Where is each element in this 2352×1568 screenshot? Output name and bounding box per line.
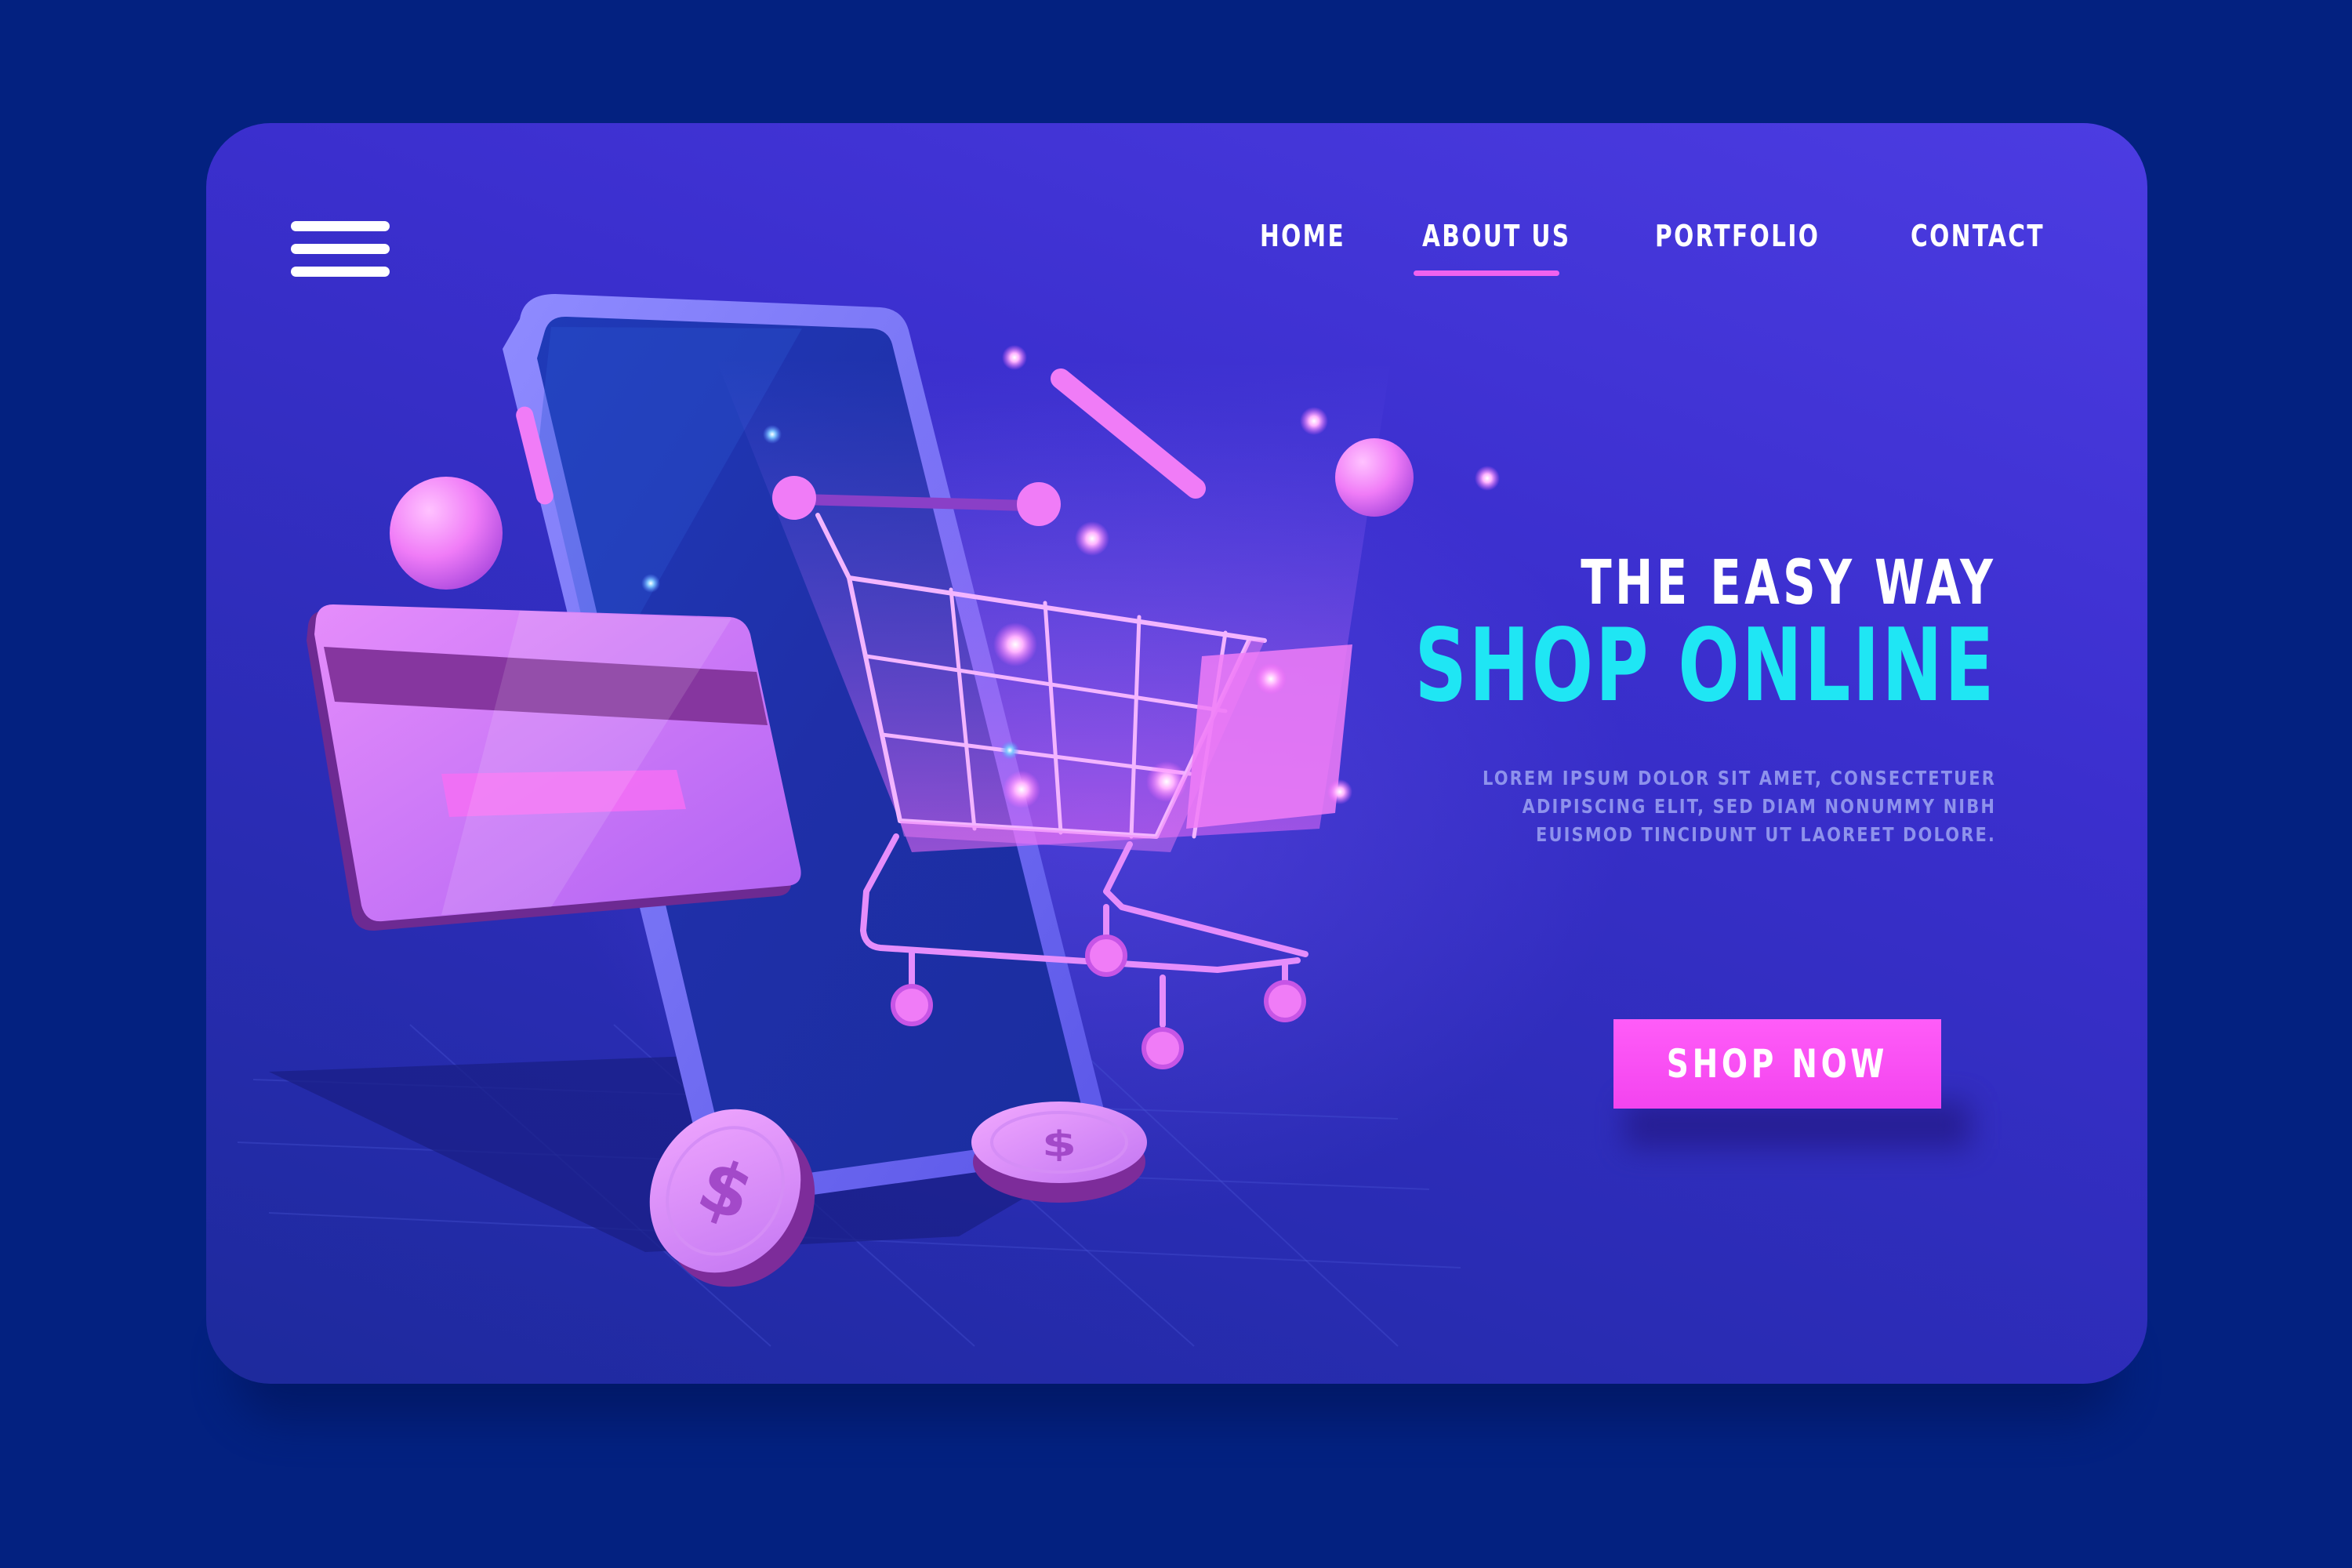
hero-description: LOREM IPSUM DOLOR SIT AMET, CONSECTETUER… bbox=[1482, 767, 1996, 846]
shop-now-label: SHOP NOW bbox=[1666, 1041, 1889, 1087]
active-nav-underline bbox=[1414, 270, 1559, 276]
floating-ball-right bbox=[1335, 438, 1414, 517]
shopping-illustration: $ $ bbox=[237, 294, 1500, 1347]
credit-card bbox=[307, 604, 801, 931]
nav-about-us[interactable]: ABOUT US bbox=[1422, 219, 1570, 253]
floating-ball-left bbox=[390, 477, 503, 590]
cta-shadow bbox=[1625, 1102, 1970, 1149]
nav-portfolio[interactable]: PORTFOLIO bbox=[1655, 219, 1820, 253]
nav-contact[interactable]: CONTACT bbox=[1911, 219, 2045, 253]
shop-now-button[interactable]: SHOP NOW bbox=[1613, 1019, 1941, 1109]
nav-home[interactable]: HOME bbox=[1260, 219, 1345, 253]
svg-text:$: $ bbox=[1042, 1124, 1077, 1165]
landing-panel: $ $ HOME ABOUT US PORTFOLIO CONTACT THE … bbox=[206, 123, 2147, 1384]
main-nav: HOME ABOUT US PORTFOLIO CONTACT bbox=[206, 219, 2147, 281]
dollar-coin-icon: $ bbox=[971, 1102, 1147, 1203]
hero-title: SHOP ONLINE bbox=[1414, 608, 1996, 724]
